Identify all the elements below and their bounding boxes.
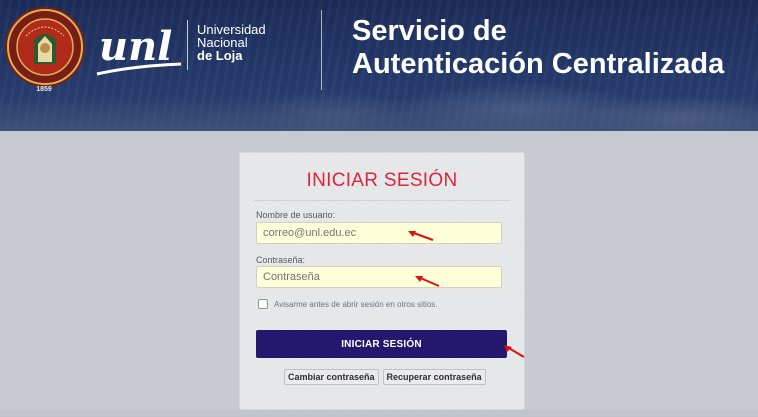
username-input[interactable]	[256, 222, 502, 244]
header-divider	[321, 10, 322, 90]
annotation-arrow-icon	[504, 345, 525, 358]
header-banner: 1859 unl Universidad Nacional de Loja Se…	[0, 0, 758, 131]
change-password-button[interactable]: Cambiar contraseña	[284, 369, 379, 385]
login-title: INICIAR SESIÓN	[306, 170, 458, 191]
logo-divider	[187, 20, 188, 70]
warn-checkbox[interactable]	[258, 299, 268, 309]
login-card: INICIAR SESIÓN Nombre de usuario: Contra…	[239, 152, 525, 410]
password-label: Contraseña:	[256, 255, 306, 265]
annotation-arrow-icon	[408, 231, 434, 241]
seal-year: 1859	[36, 86, 52, 93]
unl-logo: unl	[96, 23, 182, 76]
warn-option[interactable]: Avisarme antes de abrir sesión en otros …	[258, 299, 437, 309]
title-divider	[254, 200, 510, 201]
university-seal-icon	[5, 7, 85, 87]
password-input[interactable]	[256, 266, 502, 288]
svg-text:unl: unl	[99, 23, 172, 70]
login-submit-button[interactable]: INICIAR SESIÓN	[256, 330, 507, 358]
account-links: Cambiar contraseña Recuperar contraseña	[284, 369, 486, 385]
service-title: Servicio de Autenticación Centralizada	[352, 15, 725, 80]
annotation-arrow-icon	[415, 276, 440, 287]
username-label: Nombre de usuario:	[256, 210, 336, 220]
warn-checkbox-label: Avisarme antes de abrir sesión en otros …	[274, 299, 438, 309]
university-name: Universidad Nacional de Loja	[197, 22, 266, 63]
recover-password-button[interactable]: Recuperar contraseña	[382, 369, 486, 385]
